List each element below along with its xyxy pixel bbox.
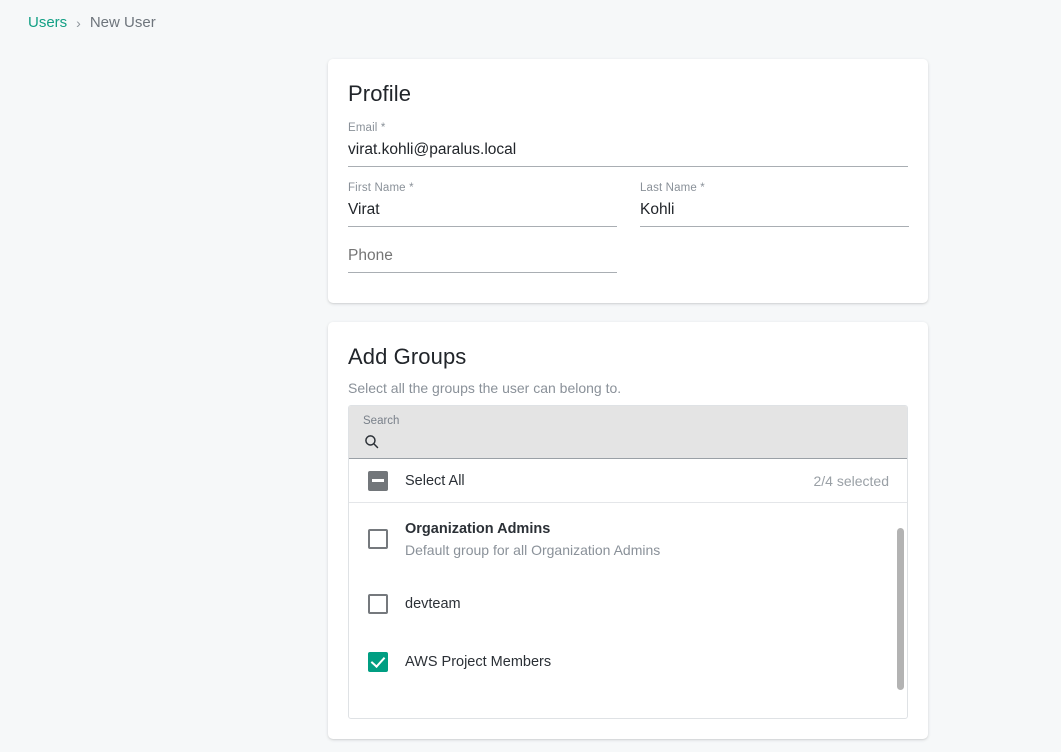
group-name: Organization Admins xyxy=(405,519,660,539)
group-checkbox-devteam[interactable] xyxy=(368,594,388,614)
last-name-field[interactable] xyxy=(640,195,909,227)
email-field-label: Email * xyxy=(348,121,908,135)
group-list: Organization Admins Default group for al… xyxy=(349,503,907,719)
group-list-scrollbar[interactable] xyxy=(894,503,906,719)
last-name-field-group: Last Name * xyxy=(640,167,909,227)
breadcrumb-link-users[interactable]: Users xyxy=(28,13,67,33)
group-text: Organization Admins Default group for al… xyxy=(388,519,660,560)
name-fields-row: First Name * Last Name * xyxy=(348,167,908,227)
search-icon xyxy=(363,433,380,450)
group-name: devteam xyxy=(405,594,461,614)
last-name-field-label: Last Name * xyxy=(640,181,909,195)
first-name-field-group: First Name * xyxy=(348,167,617,227)
selected-count-label: 2/4 selected xyxy=(814,473,898,489)
add-groups-card: Add Groups Select all the groups the use… xyxy=(328,322,928,739)
list-item[interactable]: AWS Project Members xyxy=(349,633,907,691)
select-all-checkbox[interactable] xyxy=(368,471,388,491)
first-name-field[interactable] xyxy=(348,195,617,227)
breadcrumb-separator-icon: › xyxy=(76,13,81,33)
profile-card-title: Profile xyxy=(328,59,928,107)
add-groups-subtitle: Select all the groups the user can belon… xyxy=(328,370,928,398)
group-search-row xyxy=(363,428,893,454)
group-search-input[interactable] xyxy=(380,430,893,452)
group-text: devteam xyxy=(388,594,461,614)
group-list-scrollbar-thumb[interactable] xyxy=(897,528,904,690)
email-field-group: Email * xyxy=(348,107,908,167)
phone-field-group xyxy=(348,227,617,273)
phone-field-row xyxy=(348,227,908,273)
add-groups-title: Add Groups xyxy=(328,322,928,370)
profile-card: Profile Email * First Name * Last Name * xyxy=(328,59,928,303)
group-search-label: Search xyxy=(363,414,893,428)
phone-field[interactable] xyxy=(348,241,617,273)
group-search-box[interactable]: Search xyxy=(349,406,907,459)
new-user-page: Users › New User Profile Email * First N… xyxy=(0,0,1061,752)
profile-fields: Email * First Name * Last Name * xyxy=(328,107,928,273)
group-name: AWS Project Members xyxy=(405,652,551,672)
list-item[interactable]: devteam xyxy=(349,575,907,633)
email-field[interactable] xyxy=(348,135,908,167)
breadcrumb: Users › New User xyxy=(28,13,156,33)
first-name-field-label: First Name * xyxy=(348,181,617,195)
group-text: AWS Project Members xyxy=(388,652,551,672)
group-checkbox-aws-project-members[interactable] xyxy=(368,652,388,672)
group-picker: Search Select All 2/4 selected xyxy=(348,405,908,719)
group-description: Default group for all Organization Admin… xyxy=(405,540,660,560)
breadcrumb-current-new-user: New User xyxy=(90,13,156,33)
select-all-row[interactable]: Select All 2/4 selected xyxy=(349,459,907,503)
group-checkbox-organization-admins[interactable] xyxy=(368,529,388,549)
select-all-label: Select All xyxy=(388,473,814,489)
list-item[interactable]: Organization Admins Default group for al… xyxy=(349,503,907,575)
